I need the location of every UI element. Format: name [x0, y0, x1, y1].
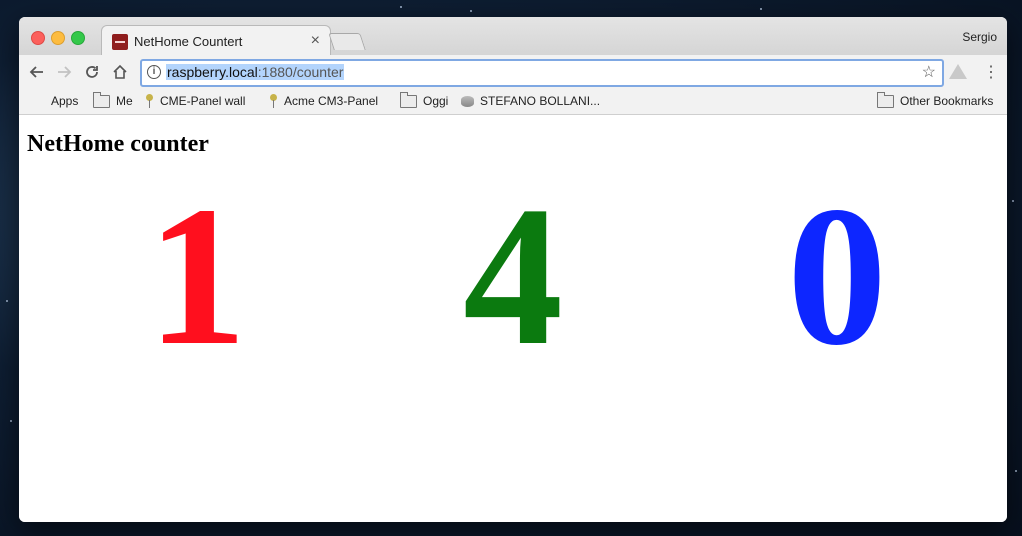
apps-icon — [31, 94, 45, 108]
tab-title: NetHome Countert — [134, 34, 243, 49]
bookmark-me[interactable]: Me — [93, 91, 133, 108]
folder-icon — [877, 91, 894, 108]
address-bar[interactable]: i raspberry.local:1880/counter ☆ — [140, 59, 944, 87]
bookmark-label: Apps — [51, 94, 79, 108]
bookmark-oggi[interactable]: Oggi — [400, 91, 449, 108]
star-decoration — [1015, 470, 1017, 472]
pin-icon — [145, 94, 154, 108]
window-close-button[interactable] — [31, 31, 45, 45]
bookmark-label: STEFANO BOLLANI... — [480, 94, 601, 108]
browser-window: NetHome Countert × Sergio i raspberry.lo… — [19, 17, 1007, 522]
google-drive-icon[interactable] — [949, 64, 967, 79]
pin-icon — [269, 94, 278, 108]
star-decoration — [760, 8, 762, 10]
toolbar: i raspberry.local:1880/counter ☆ ⋮ — [19, 55, 1007, 90]
node-red-icon — [112, 34, 128, 50]
forward-button[interactable] — [52, 60, 76, 84]
bookmark-stefano-bollani[interactable]: STEFANO BOLLANI... — [461, 94, 600, 108]
bookmark-acme-cm3-panel[interactable]: Acme CM3-Panel — [269, 94, 378, 108]
menu-icon[interactable]: ⋮ — [983, 62, 999, 82]
bookmark-label: Acme CM3-Panel — [284, 94, 379, 108]
home-button[interactable] — [108, 60, 132, 84]
bookmark-label: Me — [116, 94, 133, 108]
bookmark-cme-panel-wall[interactable]: CME-Panel wall — [145, 94, 245, 108]
profile-name[interactable]: Sergio — [962, 30, 997, 44]
star-decoration — [470, 10, 472, 12]
bookmarks-bar: Apps Me CME-Panel wall Acme CM3-Panel Og… — [19, 90, 1007, 115]
home-icon — [113, 64, 127, 79]
url-host: raspberry.local — [167, 64, 258, 80]
other-bookmarks[interactable]: Other Bookmarks — [877, 91, 994, 108]
other-bookmarks-label: Other Bookmarks — [900, 94, 994, 108]
star-decoration — [400, 6, 402, 8]
folder-icon — [93, 91, 110, 108]
bookmark-label: CME-Panel wall — [160, 94, 246, 108]
back-button[interactable] — [25, 60, 49, 84]
url-text[interactable]: raspberry.local:1880/counter — [166, 64, 345, 80]
folder-icon — [400, 91, 417, 108]
window-maximize-button[interactable] — [71, 31, 85, 45]
bookmark-label: Oggi — [423, 94, 449, 108]
back-arrow-icon — [29, 66, 43, 78]
new-tab-button[interactable] — [328, 33, 366, 50]
counter-value-3: 0 — [787, 166, 887, 387]
disk-icon — [461, 95, 474, 107]
page-title: NetHome counter — [27, 131, 209, 157]
bookmark-star-icon[interactable]: ☆ — [922, 62, 936, 82]
tab-close-icon[interactable]: × — [311, 32, 320, 50]
url-path: :1880/counter — [257, 64, 344, 80]
reload-icon — [86, 66, 98, 78]
counter-value-2: 4 — [463, 166, 563, 387]
forward-arrow-icon — [58, 66, 72, 78]
info-icon[interactable]: i — [147, 65, 161, 79]
star-decoration — [1012, 200, 1014, 202]
window-minimize-button[interactable] — [51, 31, 65, 45]
star-decoration — [10, 420, 12, 422]
counter-value-1: 1 — [147, 166, 247, 387]
tab-strip: NetHome Countert × Sergio — [19, 17, 1007, 57]
star-decoration — [6, 300, 8, 302]
tab-nethome-counter[interactable]: NetHome Countert × — [101, 25, 331, 57]
page-content: NetHome counter 1 4 0 — [19, 115, 1007, 522]
bookmark-apps[interactable]: Apps — [31, 94, 78, 108]
reload-button[interactable] — [80, 60, 104, 84]
